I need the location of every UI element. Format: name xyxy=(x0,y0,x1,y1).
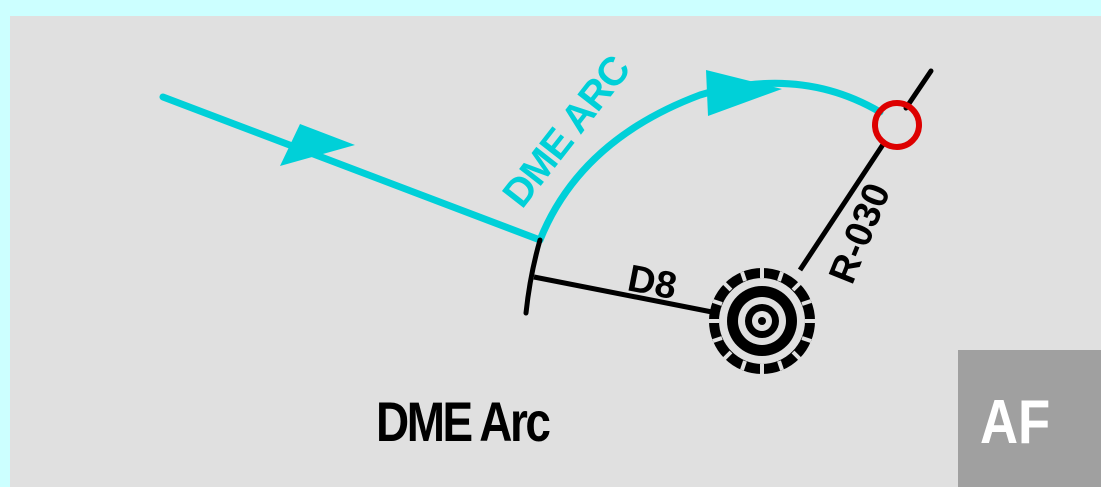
arc-extension-top xyxy=(903,68,934,111)
vortac-icon xyxy=(709,268,815,374)
dme-arc-diagram: DME ARC D8 R-030 xyxy=(159,48,934,374)
arc-arrow-icon xyxy=(706,70,782,116)
diagram-caption: DME Arc xyxy=(376,390,551,453)
distance-line xyxy=(533,274,713,315)
badge-label: AF xyxy=(980,388,1051,457)
inbound-course-line xyxy=(159,93,544,244)
radial-label: R-030 xyxy=(821,178,899,290)
distance-label: D8 xyxy=(624,258,680,308)
inbound-arrow-icon xyxy=(280,124,355,166)
fix-circle-icon xyxy=(872,100,922,150)
